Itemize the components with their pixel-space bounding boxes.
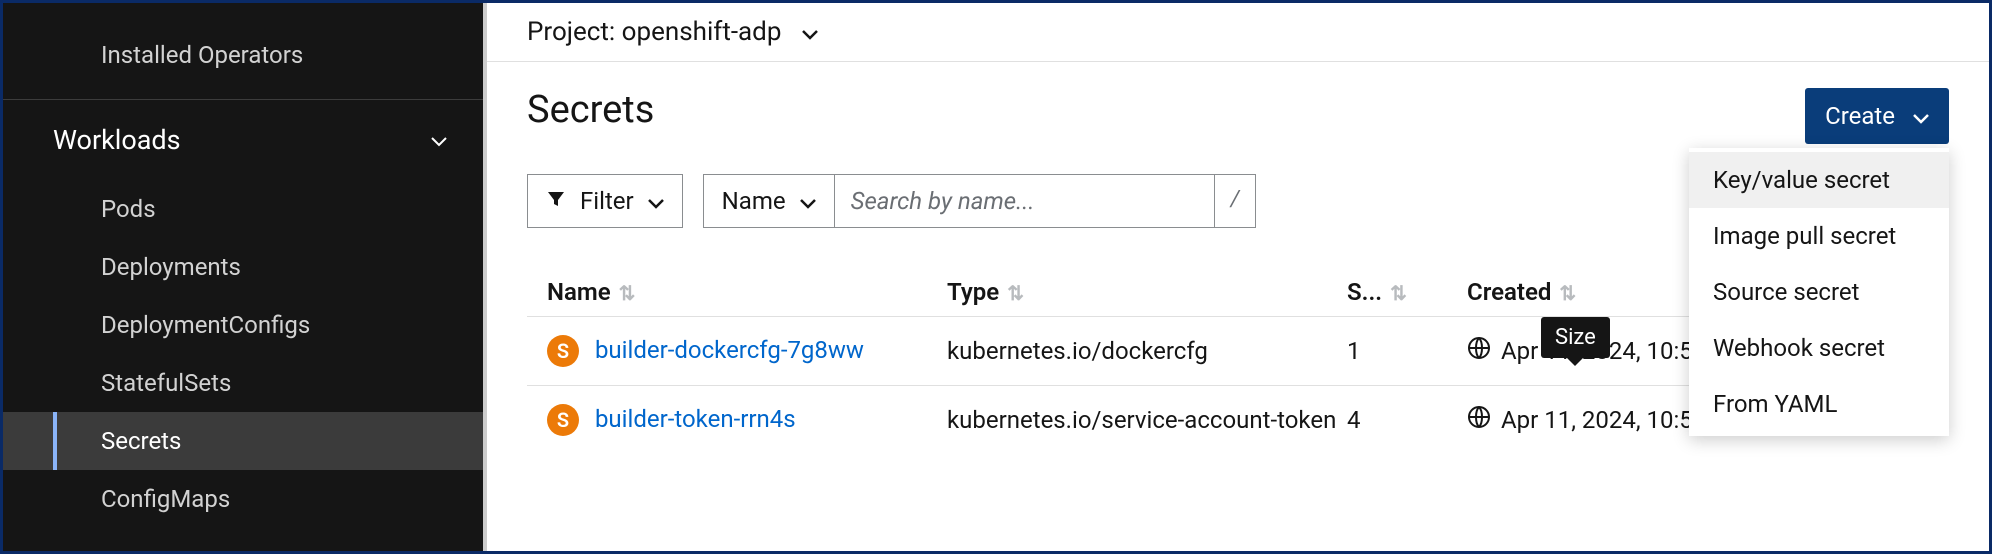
project-toolbar: Project: openshift-adp bbox=[487, 3, 1989, 62]
filter-label: Filter bbox=[580, 187, 634, 215]
secret-link[interactable]: builder-token-rrn4s bbox=[595, 405, 796, 433]
caret-down-icon bbox=[802, 17, 818, 47]
caret-down-icon bbox=[1913, 102, 1929, 130]
sidebar-section-workloads[interactable]: Workloads bbox=[3, 99, 483, 180]
dropdown-item-webhook[interactable]: Webhook secret bbox=[1689, 320, 1949, 376]
caret-down-icon bbox=[800, 187, 816, 215]
project-prefix: Project: bbox=[527, 17, 615, 47]
create-button-label: Create bbox=[1825, 102, 1895, 130]
create-dropdown-menu: Key/value secret Image pull secret Sourc… bbox=[1689, 148, 1949, 436]
search-attribute-label: Name bbox=[722, 187, 786, 215]
search-slash-hint: / bbox=[1215, 174, 1257, 228]
secret-type: kubernetes.io/dockercfg bbox=[947, 337, 1347, 365]
project-name: openshift-adp bbox=[622, 17, 782, 47]
chevron-down-icon bbox=[431, 128, 447, 153]
globe-icon bbox=[1467, 336, 1491, 366]
sidebar: Installed Operators Workloads Pods Deplo… bbox=[3, 3, 483, 551]
project-selector[interactable]: Project: openshift-adp bbox=[527, 17, 818, 47]
secret-size: 4 bbox=[1347, 406, 1467, 434]
dropdown-item-source[interactable]: Source secret bbox=[1689, 264, 1949, 320]
size-tooltip: Size bbox=[1541, 317, 1610, 358]
create-button[interactable]: Create bbox=[1805, 88, 1949, 144]
sidebar-item-pods[interactable]: Pods bbox=[3, 180, 483, 238]
sidebar-item-deployments[interactable]: Deployments bbox=[3, 238, 483, 296]
filter-button[interactable]: Filter bbox=[527, 174, 683, 228]
sort-icon: ⇅ bbox=[1390, 281, 1407, 305]
main-content: Project: openshift-adp Secrets Create Ke… bbox=[483, 3, 1989, 551]
sidebar-item-statefulsets[interactable]: StatefulSets bbox=[3, 354, 483, 412]
column-header-type[interactable]: Type⇅ bbox=[947, 278, 1347, 306]
globe-icon bbox=[1467, 405, 1491, 435]
search-input[interactable] bbox=[835, 174, 1215, 228]
sidebar-item-installed-operators[interactable]: Installed Operators bbox=[3, 23, 483, 87]
dropdown-item-key-value[interactable]: Key/value secret bbox=[1689, 152, 1949, 208]
dropdown-item-from-yaml[interactable]: From YAML bbox=[1689, 376, 1949, 432]
search-attribute-dropdown[interactable]: Name bbox=[703, 174, 835, 228]
dropdown-item-image-pull[interactable]: Image pull secret bbox=[1689, 208, 1949, 264]
secret-size: 1 bbox=[1347, 337, 1467, 365]
sidebar-item-deploymentconfigs[interactable]: DeploymentConfigs bbox=[3, 296, 483, 354]
page-title: Secrets bbox=[527, 88, 1949, 132]
resource-badge-icon: S bbox=[547, 404, 579, 436]
column-header-name[interactable]: Name⇅ bbox=[547, 278, 947, 306]
sidebar-section-label: Workloads bbox=[53, 124, 181, 156]
sort-icon: ⇅ bbox=[1559, 281, 1576, 305]
sort-icon: ⇅ bbox=[1007, 281, 1024, 305]
caret-down-icon bbox=[648, 187, 664, 215]
sort-icon: ⇅ bbox=[619, 281, 636, 305]
sidebar-item-configmaps[interactable]: ConfigMaps bbox=[3, 470, 483, 528]
secret-type: kubernetes.io/service-account-token bbox=[947, 406, 1347, 434]
sidebar-item-secrets[interactable]: Secrets bbox=[3, 412, 483, 470]
secret-link[interactable]: builder-dockercfg-7g8ww bbox=[595, 336, 864, 364]
resource-badge-icon: S bbox=[547, 335, 579, 367]
funnel-icon bbox=[546, 187, 566, 215]
column-header-size[interactable]: S...⇅ bbox=[1347, 278, 1467, 306]
